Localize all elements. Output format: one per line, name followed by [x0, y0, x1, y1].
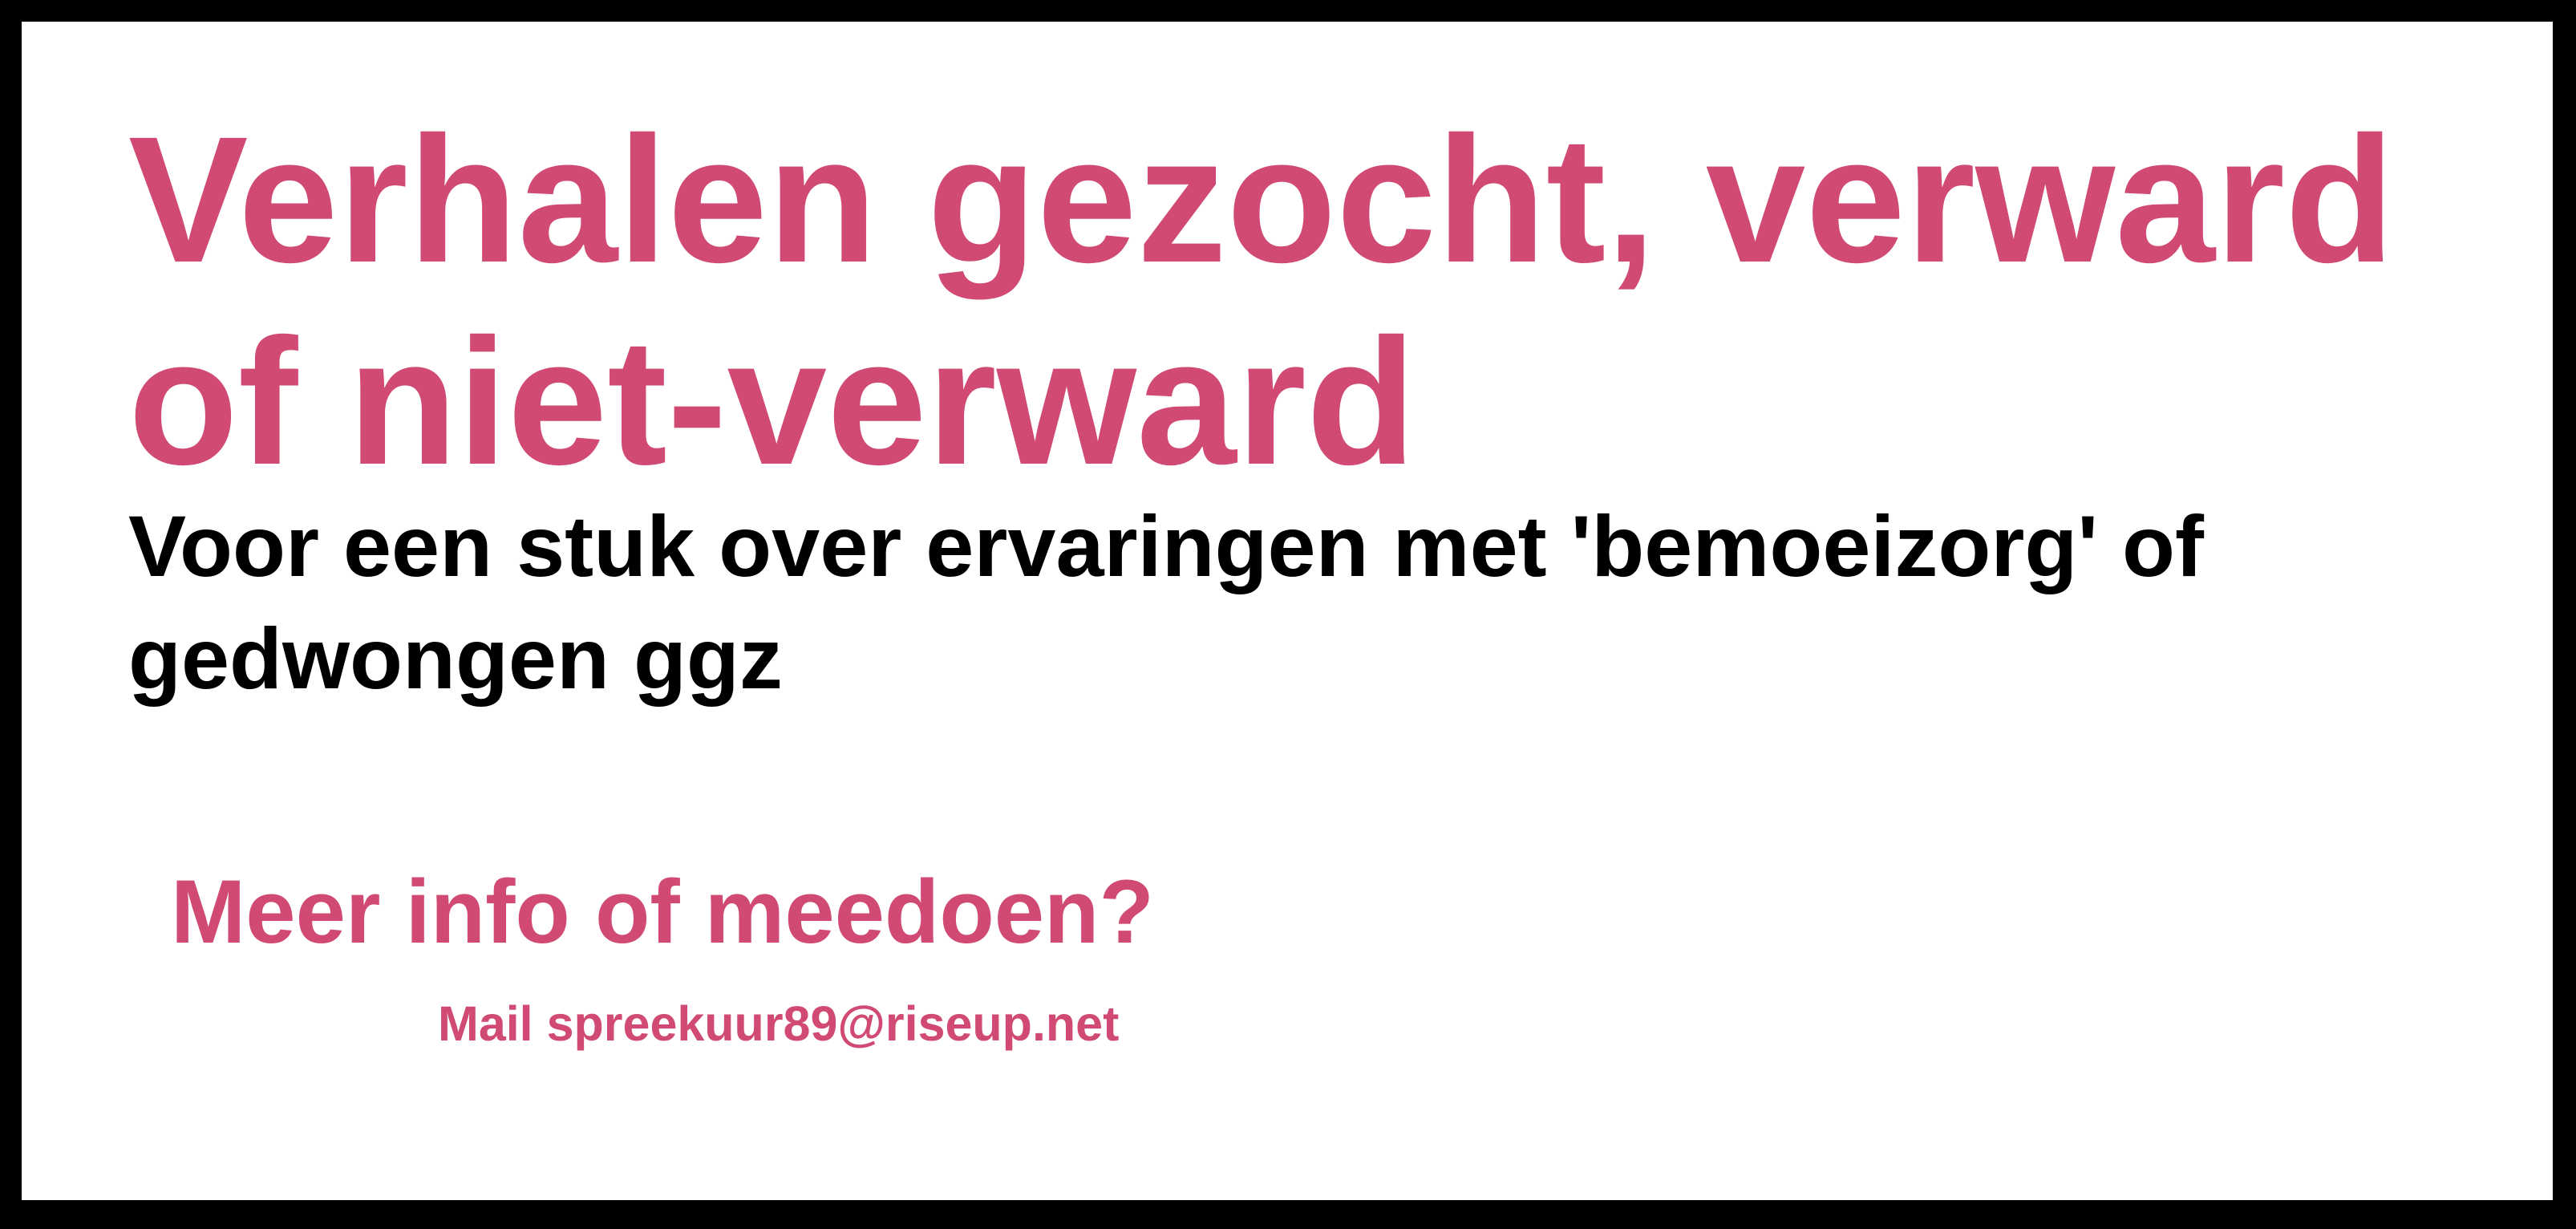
contact-line: Mail spreekuur89@riseup.net — [438, 992, 1119, 1056]
poster-subtitle: Voor een stuk over ervaringen met 'bemoe… — [128, 497, 2204, 707]
call-to-action: Meer info of meedoen? — [171, 862, 1154, 962]
poster-title: Verhalen gezocht, verward of niet-verwar… — [128, 99, 2395, 502]
mail-label: Mail — [438, 996, 547, 1051]
poster-frame: Verhalen gezocht, verward of niet-verwar… — [22, 22, 2553, 1200]
email-link[interactable]: spreekuur89@riseup.net — [547, 996, 1120, 1051]
